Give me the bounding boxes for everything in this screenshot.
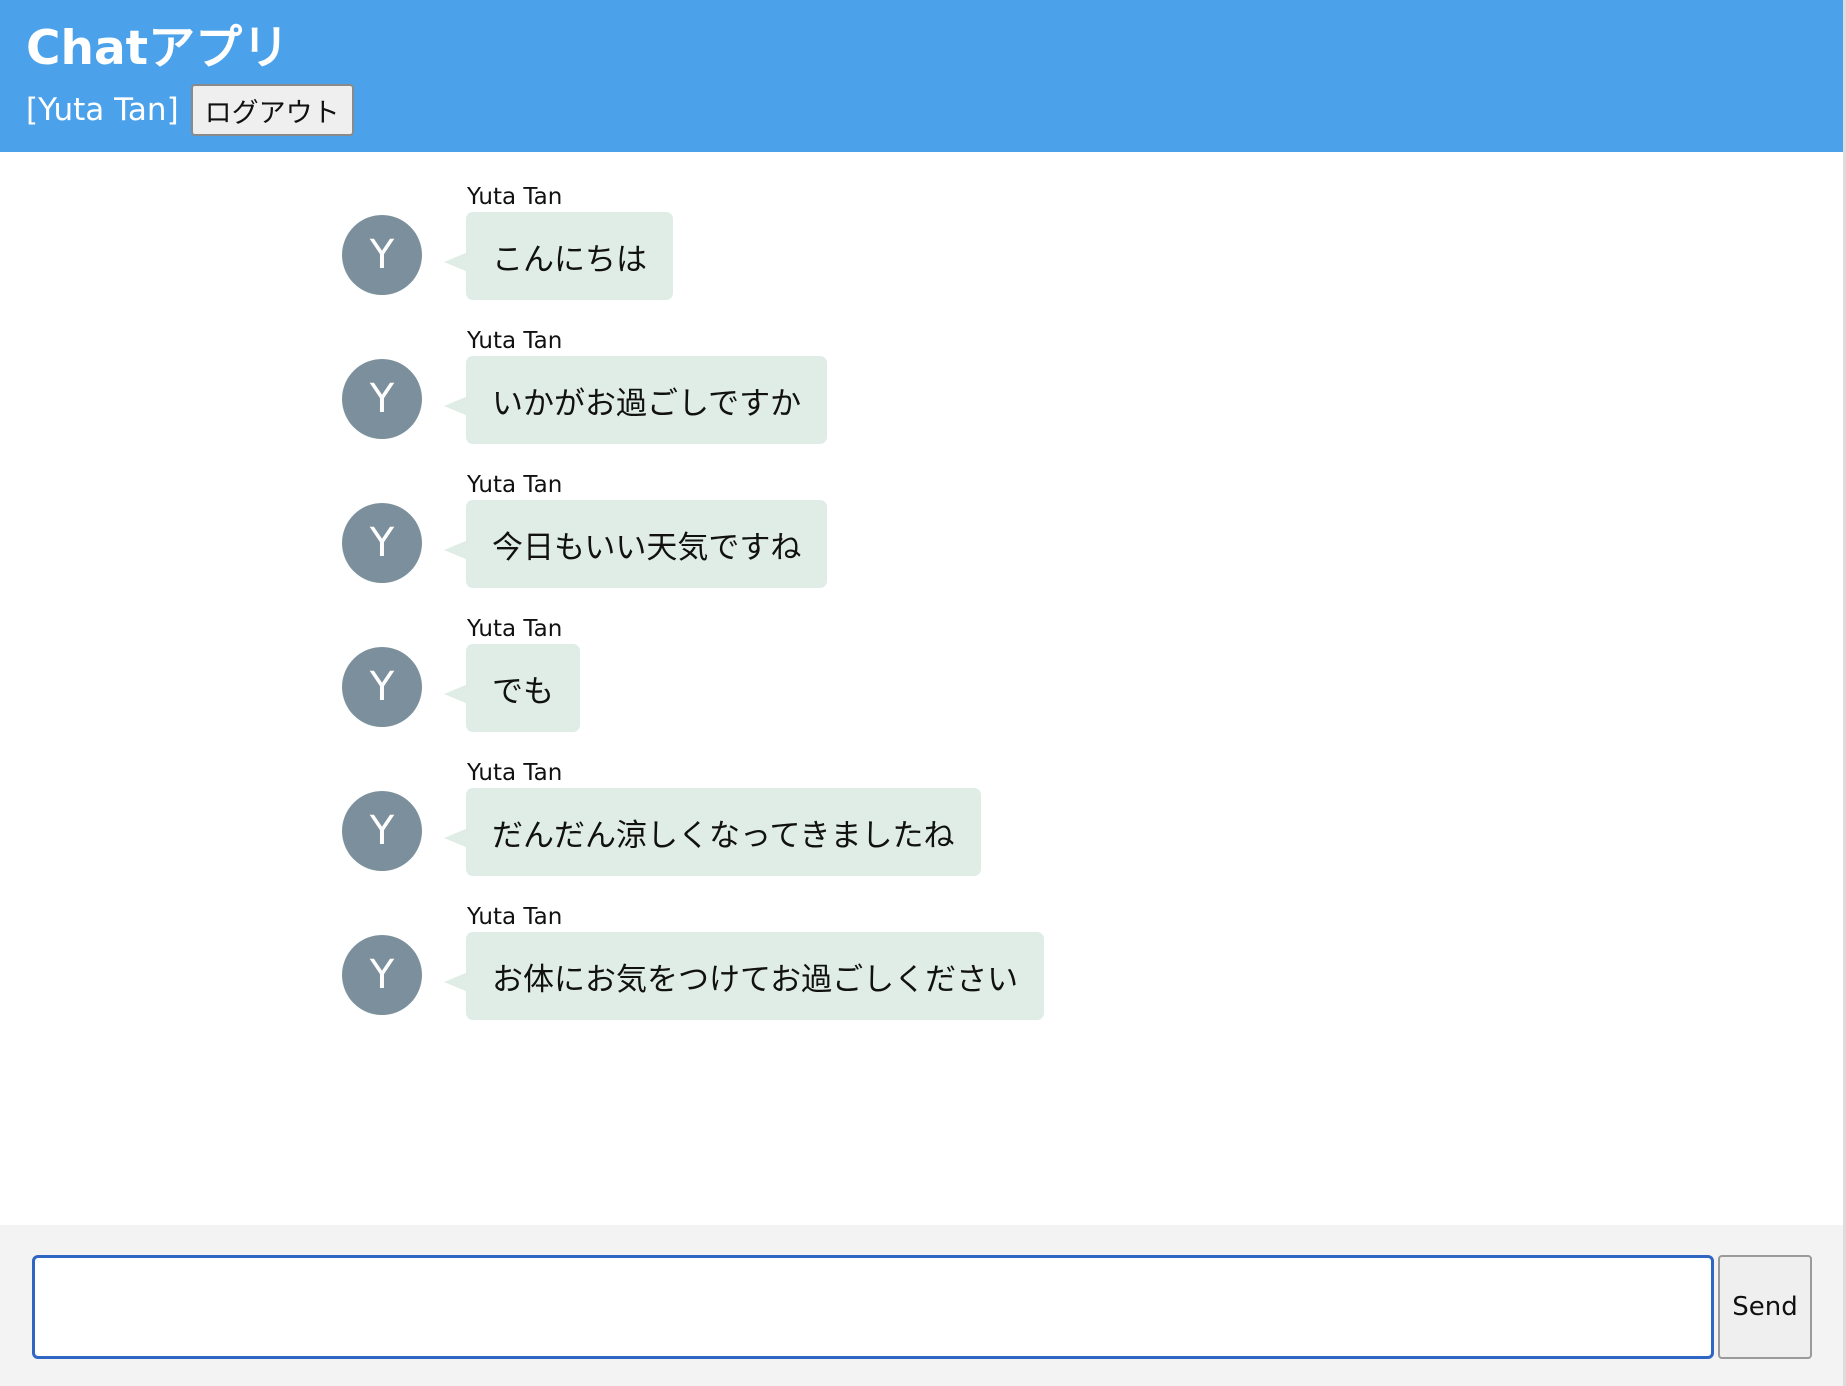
message-item: Y Yuta Tan こんにちは [340, 182, 1340, 322]
message-sender: Yuta Tan [467, 472, 563, 498]
avatar: Y [342, 647, 422, 727]
bubble-tail [444, 972, 468, 992]
bubble-tail [444, 828, 468, 848]
avatar: Y [342, 359, 422, 439]
message-item: Y Yuta Tan でも [340, 614, 1340, 754]
message-sender: Yuta Tan [467, 904, 563, 930]
message-item: Y Yuta Tan いかがお過ごしですか [340, 326, 1340, 466]
message-item: Y Yuta Tan だんだん涼しくなってきましたね [340, 758, 1340, 898]
logout-button[interactable]: ログアウト [190, 84, 354, 136]
message-bubble: 今日もいい天気ですね [466, 500, 828, 588]
message-list: Y Yuta Tan こんにちは Y Yuta Tan いかがお過ごしですか Y… [0, 152, 1846, 1225]
app-title: Chatアプリ [26, 21, 290, 76]
avatar: Y [342, 791, 422, 871]
message-item: Y Yuta Tan お体にお気をつけてお過ごしください [340, 902, 1340, 1042]
app-header: Chatアプリ [Yuta Tan] ログアウト [0, 0, 1846, 152]
chat-app-page: Chatアプリ [Yuta Tan] ログアウト Y Yuta Tan こんにち… [0, 0, 1846, 1386]
message-sender: Yuta Tan [467, 328, 563, 354]
message-sender: Yuta Tan [467, 184, 563, 210]
bubble-tail [444, 684, 468, 704]
avatar: Y [342, 503, 422, 583]
message-item: Y Yuta Tan 今日もいい天気ですね [340, 470, 1340, 610]
message-composer: Send [0, 1225, 1846, 1386]
bubble-tail [444, 540, 468, 560]
avatar: Y [342, 215, 422, 295]
message-bubble: お体にお気をつけてお過ごしください [466, 932, 1045, 1020]
user-info-row: [Yuta Tan] ログアウト [26, 84, 354, 136]
message-sender: Yuta Tan [467, 760, 563, 786]
message-bubble: いかがお過ごしですか [466, 356, 828, 444]
bubble-tail [444, 396, 468, 416]
avatar: Y [342, 935, 422, 1015]
send-button[interactable]: Send [1718, 1255, 1812, 1359]
current-user-label: [Yuta Tan] [26, 92, 179, 128]
message-bubble: こんにちは [466, 212, 673, 300]
message-input[interactable] [32, 1255, 1714, 1359]
bubble-tail [444, 252, 468, 272]
message-bubble: でも [466, 644, 580, 732]
message-bubble: だんだん涼しくなってきましたね [466, 788, 981, 876]
message-sender: Yuta Tan [467, 616, 563, 642]
